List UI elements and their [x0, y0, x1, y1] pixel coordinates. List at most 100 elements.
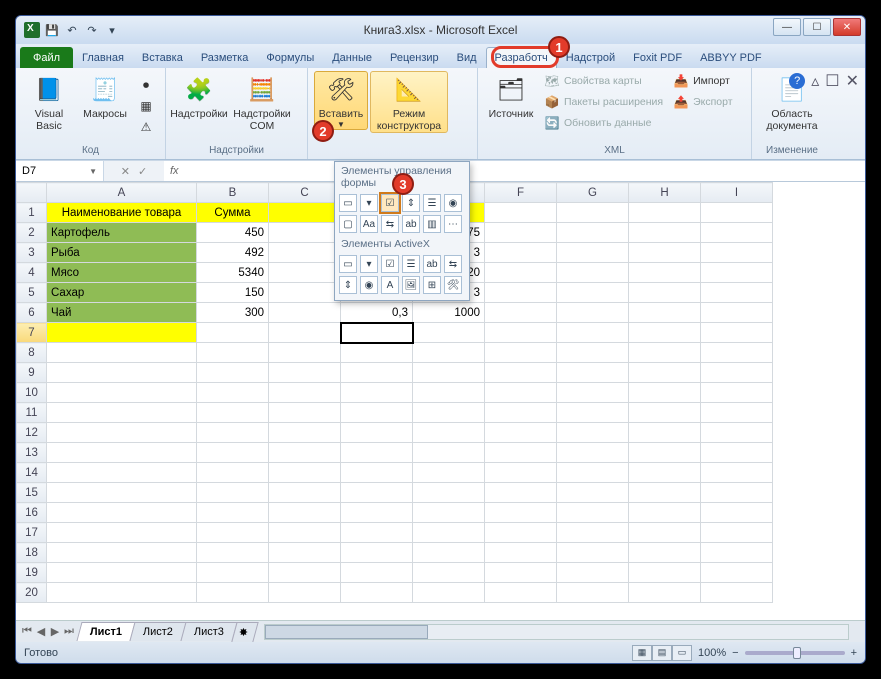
row-header[interactable]: 8 — [17, 343, 47, 363]
cell[interactable] — [269, 263, 341, 283]
tab-file[interactable]: Файл — [20, 47, 73, 68]
cell[interactable] — [701, 463, 773, 483]
cell[interactable] — [197, 343, 269, 363]
zoom-out-button[interactable]: − — [732, 647, 738, 659]
cell[interactable] — [413, 543, 485, 563]
cell[interactable] — [485, 343, 557, 363]
cell[interactable] — [413, 363, 485, 383]
cell[interactable] — [269, 323, 341, 343]
doc-close-icon[interactable]: ✕ — [846, 71, 859, 91]
cell[interactable]: Чай — [47, 303, 197, 323]
cell[interactable] — [557, 223, 629, 243]
qat-save-icon[interactable]: 💾 — [44, 22, 60, 38]
ax-image-icon[interactable]: 🖼 — [402, 276, 420, 294]
sheet-prev-icon[interactable]: ◀ — [34, 625, 48, 638]
cell[interactable]: Наименование товара — [47, 203, 197, 223]
view-page-layout-icon[interactable]: ▤ — [652, 645, 672, 661]
cell[interactable] — [485, 203, 557, 223]
cell[interactable] — [701, 263, 773, 283]
tab-data[interactable]: Данные — [323, 47, 381, 68]
new-sheet-button[interactable]: ✸ — [231, 622, 258, 642]
cell[interactable] — [413, 563, 485, 583]
fx-icon[interactable]: fx — [170, 165, 179, 177]
cell[interactable] — [269, 223, 341, 243]
cell[interactable] — [629, 203, 701, 223]
cell[interactable] — [197, 503, 269, 523]
cell[interactable] — [413, 323, 485, 343]
cell[interactable] — [701, 343, 773, 363]
row-header[interactable]: 3 — [17, 243, 47, 263]
row-header[interactable]: 5 — [17, 283, 47, 303]
tab-review[interactable]: Рецензир — [381, 47, 448, 68]
cell[interactable] — [629, 383, 701, 403]
cell[interactable] — [341, 583, 413, 603]
cell[interactable] — [629, 443, 701, 463]
cell[interactable]: Сахар — [47, 283, 197, 303]
cell[interactable] — [47, 343, 197, 363]
cell[interactable] — [629, 223, 701, 243]
cell[interactable] — [47, 583, 197, 603]
ax-listbox-icon[interactable]: ☰ — [402, 255, 420, 273]
col-header-c[interactable]: C — [269, 183, 341, 203]
cell[interactable] — [341, 503, 413, 523]
zoom-slider-thumb[interactable] — [793, 647, 801, 659]
cell[interactable] — [557, 303, 629, 323]
record-macro-button[interactable]: ⏺ — [134, 75, 158, 95]
ax-scrollbar-icon[interactable]: ⇆ — [444, 255, 462, 273]
qat-redo-icon[interactable]: ↷ — [84, 22, 100, 38]
cell[interactable] — [701, 283, 773, 303]
cell[interactable] — [197, 523, 269, 543]
active-cell[interactable] — [341, 323, 413, 343]
cell[interactable] — [557, 343, 629, 363]
cell[interactable] — [557, 443, 629, 463]
ribbon-minimize-icon[interactable]: ▵ — [811, 71, 819, 91]
ax-toggle-icon[interactable]: ⊞ — [423, 276, 441, 294]
cell[interactable] — [485, 563, 557, 583]
cell[interactable] — [47, 483, 197, 503]
cell[interactable] — [485, 223, 557, 243]
cell[interactable] — [629, 283, 701, 303]
cell[interactable] — [557, 323, 629, 343]
zoom-level[interactable]: 100% — [698, 647, 726, 659]
cell[interactable] — [341, 543, 413, 563]
cell[interactable] — [269, 563, 341, 583]
row-header[interactable]: 16 — [17, 503, 47, 523]
name-box[interactable]: D7 ▼ — [16, 161, 104, 181]
cell[interactable] — [485, 383, 557, 403]
cell[interactable] — [47, 523, 197, 543]
form-button-icon[interactable]: ▭ — [339, 194, 357, 212]
cell[interactable] — [269, 383, 341, 403]
col-header-f[interactable]: F — [485, 183, 557, 203]
close-button[interactable]: ✕ — [833, 18, 861, 36]
tab-view[interactable]: Вид — [448, 47, 486, 68]
cell[interactable] — [701, 423, 773, 443]
xml-source-button[interactable]: 🗂Источник — [484, 71, 538, 121]
form-combo2-icon[interactable]: ▥ — [423, 215, 441, 233]
form-textfield-icon[interactable]: ab — [402, 215, 420, 233]
cell[interactable]: 150 — [197, 283, 269, 303]
cell[interactable] — [269, 303, 341, 323]
cell[interactable] — [269, 243, 341, 263]
row-header[interactable]: 20 — [17, 583, 47, 603]
cell[interactable] — [485, 523, 557, 543]
cell[interactable] — [341, 363, 413, 383]
cell[interactable]: Сумма — [197, 203, 269, 223]
cell[interactable] — [557, 523, 629, 543]
row-header[interactable]: 19 — [17, 563, 47, 583]
row-header[interactable]: 17 — [17, 523, 47, 543]
cell[interactable] — [557, 203, 629, 223]
ax-button-icon[interactable]: ▭ — [339, 255, 357, 273]
sheet-first-icon[interactable]: ⏮ — [20, 625, 34, 638]
col-header-g[interactable]: G — [557, 183, 629, 203]
qat-undo-icon[interactable]: ↶ — [64, 22, 80, 38]
form-groupbox-icon[interactable]: ▢ — [339, 215, 357, 233]
cell[interactable] — [557, 243, 629, 263]
cell[interactable] — [485, 583, 557, 603]
row-header[interactable]: 18 — [17, 543, 47, 563]
ax-textbox-icon[interactable]: ab — [423, 255, 441, 273]
cell[interactable] — [197, 363, 269, 383]
cell[interactable] — [47, 543, 197, 563]
cell[interactable] — [629, 243, 701, 263]
cell[interactable] — [701, 223, 773, 243]
cell[interactable] — [47, 423, 197, 443]
